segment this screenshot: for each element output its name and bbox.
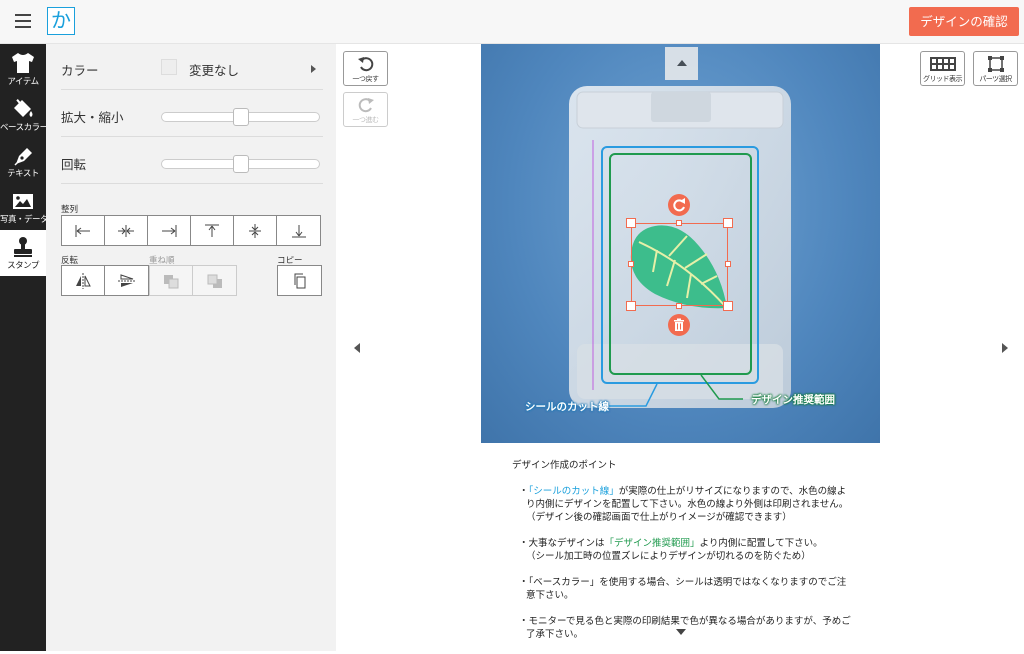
resize-handle-n[interactable] — [676, 220, 682, 226]
trash-icon — [674, 318, 684, 331]
resize-handle-ne[interactable] — [723, 218, 733, 228]
copy-button[interactable] — [278, 266, 321, 295]
sidebar-item-item[interactable]: アイテム — [0, 46, 46, 92]
tshirt-icon — [12, 53, 34, 73]
design-area-callout: デザイン推奨範囲 — [751, 394, 835, 406]
rotate-slider-thumb[interactable] — [233, 155, 249, 173]
send-backward-button[interactable] — [193, 266, 236, 295]
parts-select-icon — [987, 56, 1004, 72]
color-row[interactable]: カラー 変更なし — [61, 44, 323, 90]
prev-side-arrow[interactable] — [346, 333, 368, 363]
design-points: デザイン作成のポイント ・「シールのカット線」が実際の仕上がリサイズになりますの… — [512, 459, 852, 654]
flip-vertical-icon — [117, 273, 136, 287]
flip-horizontal-button[interactable] — [62, 266, 105, 295]
bring-forward-icon — [164, 274, 179, 288]
pen-icon — [14, 148, 32, 166]
color-label: カラー — [61, 63, 99, 78]
resize-handle-se[interactable] — [723, 301, 733, 311]
grid-toggle-button[interactable]: グリッド表示 — [920, 51, 965, 86]
rotate-label: 回転 — [61, 157, 87, 172]
align-bottom-button[interactable] — [277, 216, 320, 245]
resize-handle-e[interactable] — [725, 261, 731, 267]
scale-label: 拡大・縮小 — [61, 110, 124, 125]
copy-button-group — [277, 265, 322, 296]
order-button-group — [149, 265, 237, 296]
copy-icon — [294, 273, 305, 288]
color-swatch[interactable] — [161, 59, 177, 75]
header: か デザインの確認 — [0, 0, 1024, 44]
align-left-button[interactable] — [62, 216, 105, 245]
scroll-down-button[interactable] — [673, 626, 689, 638]
confirm-design-button[interactable]: デザインの確認 — [909, 7, 1019, 36]
paint-bucket-icon — [14, 99, 33, 117]
point-3: ・「ベースカラー」を使用する場合、シールは透明ではなくなりますのでご注意下さい。 — [519, 577, 847, 601]
delete-handle[interactable] — [668, 314, 690, 336]
options-panel: カラー 変更なし 拡大・縮小 回転 整列 反転 重ね順 コピー — [46, 44, 336, 651]
align-top-button[interactable] — [191, 216, 234, 245]
align-center-vertical-icon — [249, 223, 261, 238]
point-1: ・「シールのカット線」が実際の仕上がリサイズになりますので、水色の線より内側にデ… — [519, 486, 849, 523]
point-2: ・大事なデザインは「デザイン推奨範囲」より内側に配置して下さい。 （シール加工時… — [519, 538, 823, 562]
rotate-icon — [673, 198, 685, 212]
menu-icon[interactable] — [15, 14, 31, 28]
sidebar-item-photo[interactable]: 写真・データ — [0, 184, 49, 230]
grid-icon — [929, 57, 956, 71]
redo-icon — [358, 98, 374, 113]
align-right-icon — [162, 224, 177, 237]
sidebar-item-base-color[interactable]: ベースカラー — [0, 92, 48, 138]
logo[interactable]: か — [47, 7, 75, 35]
color-value: 変更なし — [189, 63, 240, 78]
align-right-button[interactable] — [148, 216, 191, 245]
cut-line-callout: シールのカット線 — [525, 401, 609, 413]
resize-handle-nw[interactable] — [626, 218, 636, 228]
align-bottom-icon — [291, 224, 306, 237]
next-side-arrow[interactable] — [994, 333, 1016, 363]
align-top-icon — [205, 224, 219, 237]
flip-vertical-button[interactable] — [105, 266, 148, 295]
send-backward-icon — [207, 274, 222, 288]
redo-button[interactable]: 一つ進む — [343, 92, 388, 127]
rotate-row: 回転 — [61, 138, 323, 184]
align-middle-button[interactable] — [234, 216, 277, 245]
sidebar: アイテム ベースカラー テキスト 写真・データ スタンプ — [0, 44, 49, 651]
design-stage[interactable]: シールのカット線 デザイン推奨範囲 — [481, 44, 880, 443]
scale-slider[interactable] — [161, 108, 320, 126]
scale-row: 拡大・縮小 — [61, 91, 323, 137]
align-label: 整列 — [61, 205, 79, 215]
bring-forward-button[interactable] — [150, 266, 193, 295]
design-points-title: デザイン作成のポイント — [512, 460, 617, 471]
align-left-icon — [75, 224, 90, 237]
sidebar-item-text[interactable]: テキスト — [0, 138, 46, 184]
undo-button[interactable]: 一つ戻す — [343, 51, 388, 86]
chevron-right-icon[interactable] — [311, 65, 316, 73]
canvas-area: 一つ戻す 一つ進む グリッド表示 パーツ選択 シールのカット線 デザイン推奨範囲… — [336, 44, 1024, 651]
scale-slider-thumb[interactable] — [233, 108, 249, 126]
sidebar-item-stamp[interactable]: スタンプ — [0, 230, 46, 276]
selection-box — [631, 223, 728, 306]
align-center-h-button[interactable] — [105, 216, 148, 245]
rotate-slider[interactable] — [161, 155, 320, 173]
align-button-group — [61, 215, 321, 246]
resize-handle-s[interactable] — [676, 303, 682, 309]
stamp-icon — [14, 237, 32, 257]
resize-handle-sw[interactable] — [626, 301, 636, 311]
flip-horizontal-icon — [76, 272, 91, 289]
rotate-handle[interactable] — [668, 194, 690, 216]
flip-button-group — [61, 265, 149, 296]
parts-select-button[interactable]: パーツ選択 — [973, 51, 1018, 86]
image-icon — [13, 194, 33, 209]
undo-icon — [357, 57, 373, 72]
align-center-horizontal-icon — [118, 224, 134, 237]
resize-handle-w[interactable] — [628, 261, 634, 267]
